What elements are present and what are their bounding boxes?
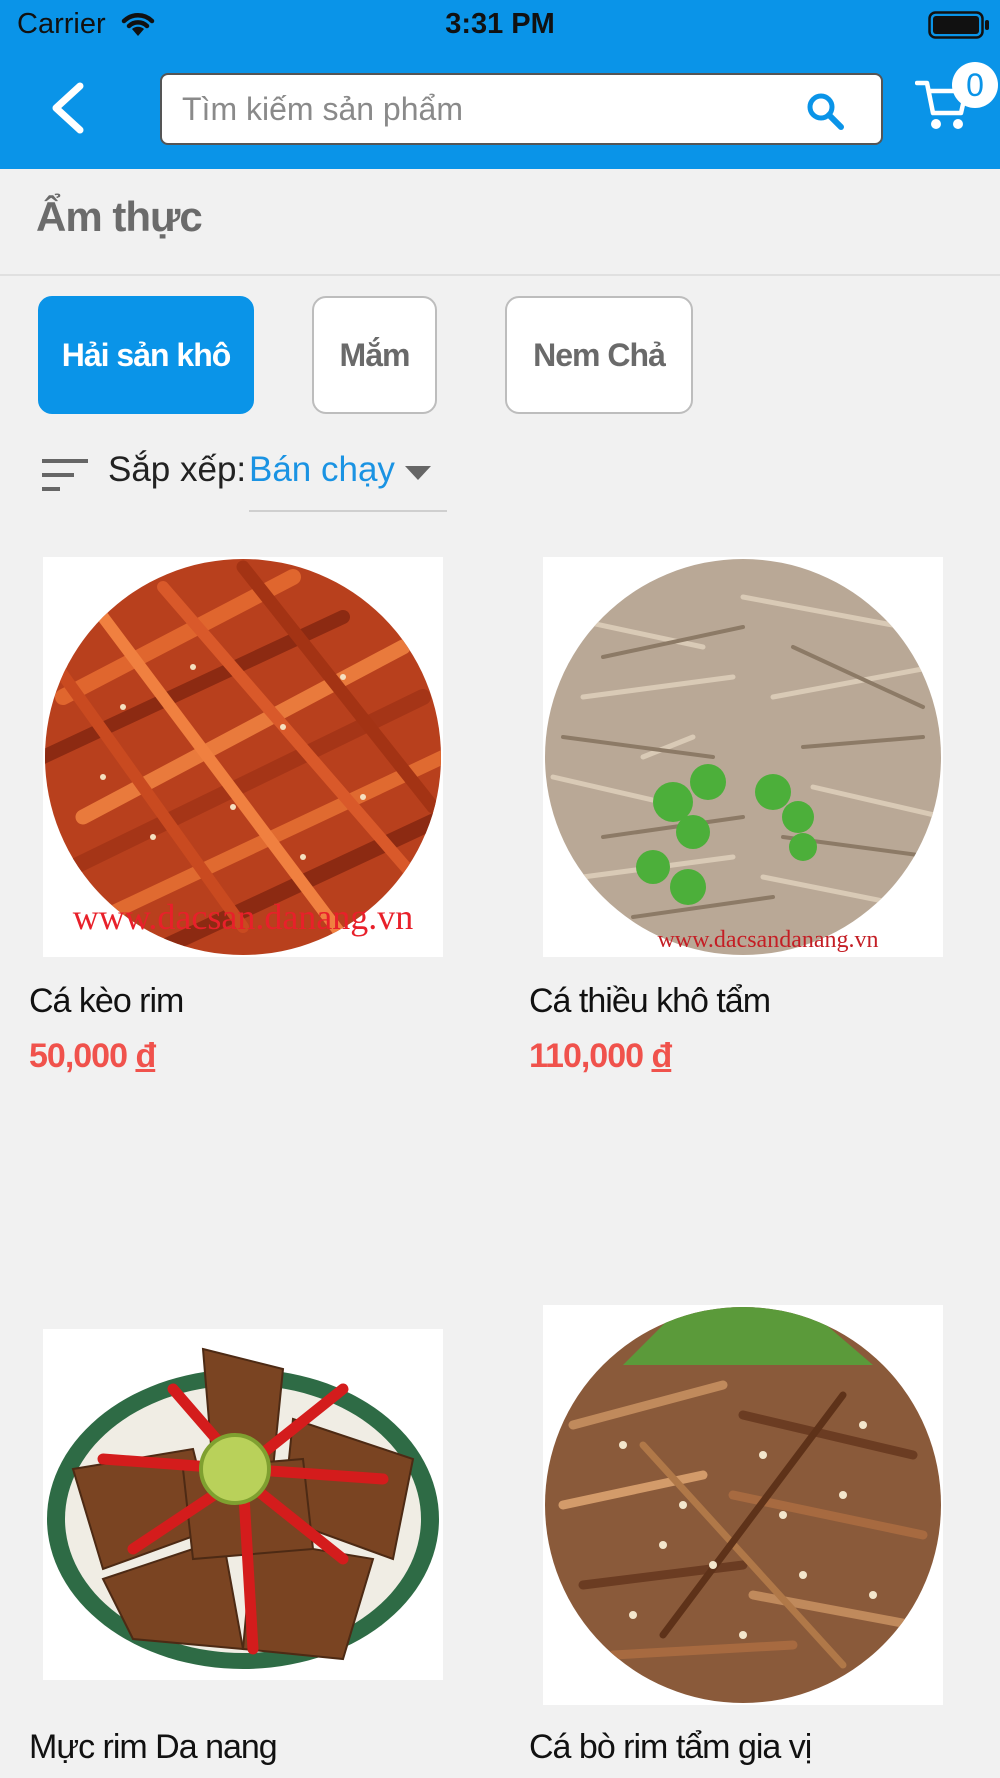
- app-bar: Carrier 3:31 PM Tìm kiếm sản phẩm 0: [0, 0, 1000, 169]
- product-price: 110,000 đ: [529, 1037, 672, 1076]
- back-button[interactable]: [40, 78, 96, 138]
- product-name[interactable]: Cá kèo rim: [29, 982, 184, 1021]
- sort-label: Sắp xếp:: [108, 450, 247, 489]
- search-input[interactable]: [180, 75, 780, 143]
- sort-value: Bán chạy: [249, 450, 395, 489]
- sort-icon[interactable]: [42, 457, 90, 498]
- divider: [0, 274, 1000, 276]
- product-card[interactable]: Cá bò rim tẩm gia vị: [529, 1305, 999, 1778]
- product-image[interactable]: www.dacsandanang.vn: [543, 557, 943, 957]
- product-name[interactable]: Cá thiều khô tẩm: [529, 982, 771, 1021]
- search-bar[interactable]: [160, 73, 883, 145]
- price-value: 110,000: [529, 1037, 644, 1075]
- product-image[interactable]: www.dacsan.danang.vn: [43, 557, 443, 957]
- search-icon[interactable]: [805, 91, 845, 136]
- product-card[interactable]: Mực rim Da nang: [29, 1305, 499, 1778]
- chip-hai-san-kho[interactable]: Hải sản khô: [38, 296, 254, 414]
- product-name[interactable]: Cá bò rim tẩm gia vị: [529, 1728, 812, 1767]
- product-card[interactable]: www.dacsandanang.vn Cá thiều khô tẩm 110…: [529, 557, 999, 1097]
- page-title: Ẩm thực: [36, 193, 203, 240]
- cart-count-badge: 0: [952, 62, 998, 108]
- currency-symbol: đ: [135, 1037, 156, 1075]
- chip-mam[interactable]: Mắm: [312, 296, 437, 414]
- back-icon: [52, 82, 84, 134]
- image-watermark: www.dacsandanang.vn: [657, 927, 878, 953]
- chip-nem-cha[interactable]: Nem Chả: [505, 296, 693, 414]
- image-watermark: www.dacsan.danang.vn: [73, 897, 414, 937]
- battery-icon: [928, 11, 990, 44]
- status-time: 3:31 PM: [445, 8, 555, 40]
- product-image[interactable]: [543, 1305, 943, 1705]
- sort-dropdown[interactable]: Bán chạy: [249, 444, 447, 512]
- status-bar: Carrier 3:31 PM: [0, 0, 1000, 50]
- product-image[interactable]: [43, 1329, 443, 1680]
- price-value: 50,000: [29, 1037, 128, 1075]
- caret-down-icon: [405, 466, 431, 485]
- product-price: 50,000 đ: [29, 1037, 156, 1076]
- product-card[interactable]: www.dacsan.danang.vn Cá kèo rim 50,000 đ: [29, 557, 499, 1097]
- currency-symbol: đ: [651, 1037, 672, 1075]
- product-name[interactable]: Mực rim Da nang: [29, 1728, 278, 1767]
